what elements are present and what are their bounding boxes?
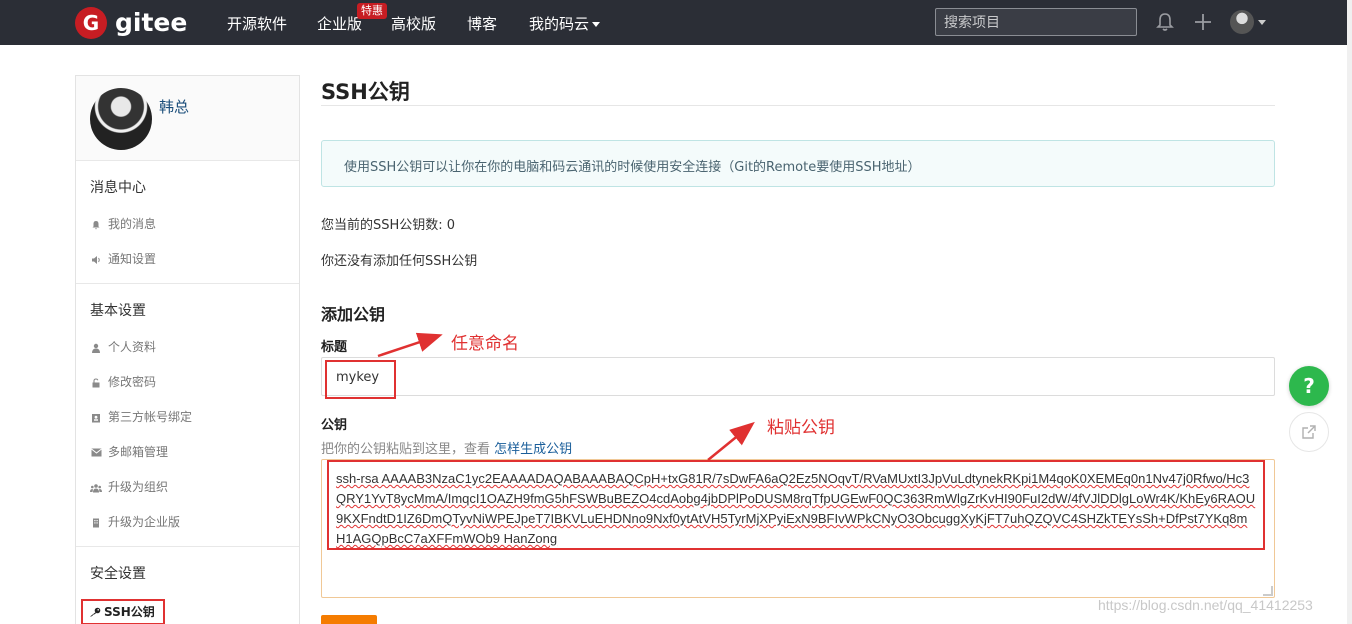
unlock-icon bbox=[90, 377, 102, 389]
title-label: 标题 bbox=[321, 340, 348, 355]
nav-my-gitee[interactable]: 我的码云 bbox=[529, 13, 601, 34]
nav-enterprise[interactable]: 企业版 bbox=[317, 13, 362, 34]
nav-blog[interactable]: 博客 bbox=[467, 13, 497, 34]
sidebar-item-label: 升级为企业版 bbox=[108, 515, 181, 529]
key-hint: 把你的公钥粘贴到这里，查看 怎样生成公钥 bbox=[321, 438, 572, 457]
share-button[interactable] bbox=[1289, 412, 1329, 452]
how-to-generate-key-link[interactable]: 怎样生成公钥 bbox=[494, 442, 572, 457]
sidebar-item-ssh-keys[interactable]: SSH公钥 bbox=[81, 599, 165, 624]
sidebar-item-label: 我的消息 bbox=[108, 217, 157, 231]
paste-annotation: 粘贴公钥 bbox=[767, 418, 835, 438]
sidebar-item-profile[interactable]: 个人资料 bbox=[76, 330, 299, 365]
bell-icon[interactable] bbox=[1154, 11, 1176, 33]
key-label: 公钥 bbox=[321, 418, 348, 433]
no-keys-message: 你还没有添加任何SSH公钥 bbox=[321, 254, 478, 269]
bell-icon bbox=[90, 219, 102, 231]
public-key-value[interactable]: ssh-rsa AAAAB3NzaC1yc2EAAAADAQABAAABAQCp… bbox=[327, 460, 1265, 550]
page-title: SSH公钥 bbox=[321, 80, 410, 104]
gitee-logo[interactable]: G gitee bbox=[75, 6, 187, 39]
id-card-icon bbox=[90, 412, 102, 424]
sidebar-item-label: 第三方帐号绑定 bbox=[108, 410, 193, 424]
group-icon bbox=[90, 482, 102, 494]
plus-icon[interactable] bbox=[1192, 11, 1214, 33]
sidebar-item-change-password[interactable]: 修改密码 bbox=[76, 365, 299, 400]
title-field[interactable] bbox=[321, 357, 1275, 396]
profile-card: 韩总 bbox=[76, 76, 299, 161]
title-field-value[interactable]: mykey bbox=[325, 360, 396, 399]
profile-name[interactable]: 韩总 bbox=[159, 96, 189, 117]
sidebar-item-label: 多邮箱管理 bbox=[108, 445, 169, 459]
section-heading: 基本设置 bbox=[90, 303, 146, 319]
logo-text: gitee bbox=[115, 8, 188, 37]
resize-handle-icon[interactable] bbox=[1263, 586, 1273, 596]
share-icon bbox=[1302, 425, 1316, 439]
add-key-heading: 添加公钥 bbox=[321, 305, 386, 324]
sidebar-item-label: 修改密码 bbox=[108, 375, 157, 389]
chevron-down-icon bbox=[592, 22, 601, 27]
user-icon bbox=[90, 342, 102, 354]
search-input[interactable] bbox=[935, 8, 1137, 36]
nav-university[interactable]: 高校版 bbox=[391, 13, 436, 34]
submit-button[interactable] bbox=[321, 615, 377, 624]
section-basic-settings: 基本设置 个人资料 修改密码 第三方帐号绑定 多邮箱管理 升级为组织 升级为企业… bbox=[76, 284, 299, 547]
sidebar-item-upgrade-organization[interactable]: 升级为组织 bbox=[76, 470, 299, 505]
sidebar-item-notification-settings[interactable]: 通知设置 bbox=[76, 242, 299, 277]
question-icon: ? bbox=[1303, 374, 1315, 398]
avatar[interactable] bbox=[90, 88, 152, 150]
name-annotation: 任意命名 bbox=[451, 334, 519, 354]
sidebar-item-label: SSH公钥 bbox=[104, 605, 155, 619]
avatar-chevron-down-icon[interactable] bbox=[1258, 20, 1266, 25]
info-alert: 使用SSH公钥可以让你在你的电脑和码云通讯的时候使用安全连接（Git的Remot… bbox=[321, 140, 1275, 187]
sidebar-item-label: 升级为组织 bbox=[108, 480, 169, 494]
speaker-icon bbox=[90, 254, 102, 266]
sidebar-item-upgrade-enterprise[interactable]: 升级为企业版 bbox=[76, 505, 299, 540]
nav-open-source[interactable]: 开源软件 bbox=[227, 13, 287, 34]
sidebar-item-my-messages[interactable]: 我的消息 bbox=[76, 207, 299, 242]
help-button[interactable]: ? bbox=[1289, 366, 1329, 406]
section-messages: 消息中心 我的消息 通知设置 bbox=[76, 161, 299, 284]
settings-sidebar: 韩总 消息中心 我的消息 通知设置 基本设置 个人资料 修改密码 第三方帐号绑定… bbox=[75, 75, 300, 624]
promo-badge: 特惠 bbox=[357, 3, 387, 19]
top-navbar: G gitee 开源软件 企业版 特惠 高校版 博客 我的码云 bbox=[0, 0, 1352, 45]
section-heading: 消息中心 bbox=[90, 180, 146, 196]
title-divider bbox=[321, 105, 1275, 106]
section-security-settings: 安全设置 SSH公钥 bbox=[76, 547, 299, 624]
envelope-icon bbox=[90, 447, 102, 459]
section-heading: 安全设置 bbox=[90, 566, 146, 582]
nav-my-gitee-label: 我的码云 bbox=[529, 15, 590, 33]
sidebar-item-label: 通知设置 bbox=[108, 252, 157, 266]
ssh-key-count: 您当前的SSH公钥数: 0 bbox=[321, 218, 456, 233]
user-avatar[interactable] bbox=[1230, 10, 1254, 34]
key-icon bbox=[89, 606, 101, 618]
name-annotation-arrow bbox=[377, 332, 443, 358]
page-scrollbar[interactable] bbox=[1347, 0, 1352, 624]
sidebar-item-email-management[interactable]: 多邮箱管理 bbox=[76, 435, 299, 470]
key-hint-text: 把你的公钥粘贴到这里，查看 bbox=[321, 442, 491, 457]
watermark: https://blog.csdn.net/qq_41412253 bbox=[1098, 597, 1313, 613]
paste-annotation-arrow bbox=[707, 421, 755, 461]
public-key-text: ssh-rsa AAAAB3NzaC1yc2EAAAADAQABAAABAQCp… bbox=[336, 471, 1256, 546]
building-icon bbox=[90, 517, 102, 529]
logo-mark-icon: G bbox=[75, 6, 107, 39]
sidebar-item-label: 个人资料 bbox=[108, 340, 157, 354]
sidebar-item-third-party-binding[interactable]: 第三方帐号绑定 bbox=[76, 400, 299, 435]
